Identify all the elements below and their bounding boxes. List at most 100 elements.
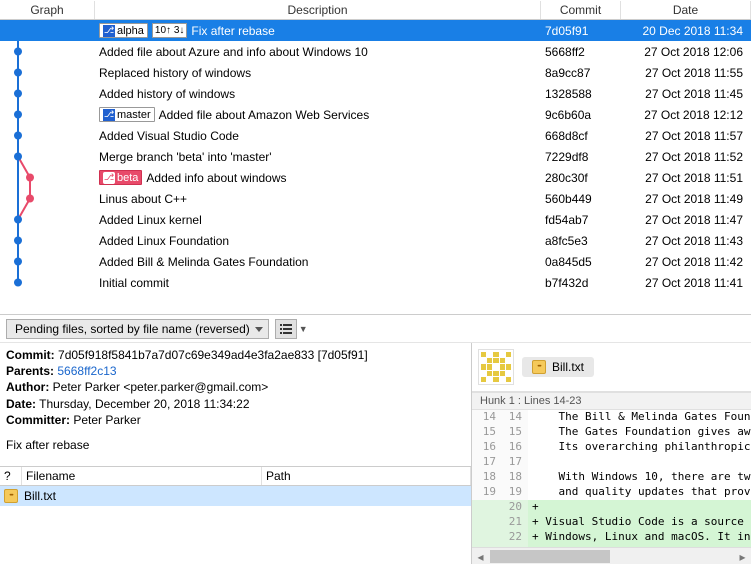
hunk-header: Hunk 1 : Lines 14-23 — [472, 392, 751, 410]
commit-hash-short: 560b449 — [541, 191, 621, 207]
col-header-status[interactable]: ? — [0, 467, 22, 485]
parent-link[interactable]: 5668ff2c13 — [57, 364, 116, 378]
scroll-thumb[interactable] — [490, 550, 610, 563]
commit-row[interactable]: Merge branch 'beta' into 'master'7229df8… — [0, 146, 751, 167]
branch-tag-beta[interactable]: ⎇beta — [99, 170, 142, 185]
branch-tag-alpha[interactable]: ⎇alpha — [99, 23, 148, 38]
diff-line: 22+ Windows, Linux and macOS. It inclu — [472, 530, 751, 545]
sort-dropdown[interactable]: Pending files, sorted by file name (reve… — [6, 319, 269, 339]
commit-message: Fix after rebase — [0, 432, 471, 458]
col-header-date[interactable]: Date — [621, 1, 751, 19]
commit-hash-short: fd54ab7 — [541, 212, 621, 228]
commit-row[interactable]: Initial commit b7f432d27 Oct 2018 11:41 — [0, 272, 751, 293]
branch-icon: ⎇ — [103, 25, 115, 37]
diff-line: 1515 The Gates Foundation gives away ap — [472, 425, 751, 440]
col-header-graph[interactable]: Graph — [0, 1, 95, 19]
branch-tag-master[interactable]: ⎇master — [99, 107, 155, 122]
commit-date: 27 Oct 2018 11:43 — [621, 233, 751, 249]
commit-date: 27 Oct 2018 11:51 — [621, 170, 751, 186]
scroll-left-icon[interactable]: ◂ — [472, 548, 489, 564]
commit-rows: ⎇alpha 10↑ 3↓ Fix after rebase 7d05f9120 De… — [0, 20, 751, 293]
commit-description: Added info about windows — [146, 171, 286, 185]
horizontal-scrollbar[interactable]: ◂ ▸ — [472, 547, 751, 564]
commit-description: Added file about Amazon Web Services — [159, 108, 370, 122]
commit-description: Added Visual Studio Code — [99, 129, 239, 143]
list-view-icon[interactable] — [275, 319, 297, 339]
diff-line: 1919 and quality updates that provide s — [472, 485, 751, 500]
commit-row[interactable]: ⎇master Added file about Amazon Web Servi… — [0, 104, 751, 125]
commit-description: Added Bill & Melinda Gates Foundation — [99, 255, 308, 269]
commit-date: 20 Dec 2018 11:34 — [621, 23, 751, 39]
diff-line: 1818 With Windows 10, there are two rel — [472, 470, 751, 485]
commit-hash-short: 8a9cc87 — [541, 65, 621, 81]
commit-date: 27 Oct 2018 11:57 — [621, 128, 751, 144]
diff-line: 1414 The Bill & Melinda Gates Foundation — [472, 410, 751, 425]
commit-date: 27 Oct 2018 11:49 — [621, 191, 751, 207]
commit-log-pane: Graph Description Commit Date ⎇alpha 10↑ … — [0, 0, 751, 315]
file-list-header: ? Filename Path — [0, 466, 471, 486]
commit-date: 27 Oct 2018 11:52 — [621, 149, 751, 165]
commit-description: Linus about C++ — [99, 192, 187, 206]
commit-row[interactable]: Added file about Azure and info about Wi… — [0, 41, 751, 62]
commit-row[interactable]: Linus about C++ 560b44927 Oct 2018 11:49 — [0, 188, 751, 209]
commit-description: Initial commit — [99, 276, 169, 290]
commit-row[interactable]: Added Visual Studio Code 668d8cf27 Oct 20… — [0, 125, 751, 146]
commit-detail-pane: Commit: 7d05f918f5841b7a7d07c69e349ad4e3… — [0, 343, 472, 564]
commit-date: 27 Oct 2018 11:47 — [621, 212, 751, 228]
col-header-description[interactable]: Description — [95, 1, 541, 19]
commit-date: 27 Oct 2018 11:45 — [621, 86, 751, 102]
file-row[interactable]: Bill.txt — [0, 486, 471, 506]
commit-row[interactable]: ⎇beta Added info about windows 280c30f27 O… — [0, 167, 751, 188]
diff-file-chip[interactable]: Bill.txt — [522, 357, 594, 377]
commit-description: Added Linux Foundation — [99, 234, 229, 248]
commit-date: 27 Oct 2018 12:06 — [621, 44, 751, 60]
ahead-behind-badge: 10↑ 3↓ — [152, 23, 187, 38]
file-modified-icon — [4, 489, 18, 503]
commit-row[interactable]: Added Linux Foundation a8fc5e327 Oct 2018… — [0, 230, 751, 251]
diff-line: 1616 Its overarching philanthropic goals — [472, 440, 751, 455]
commit-hash-short: 7d05f91 — [541, 23, 621, 39]
scroll-right-icon[interactable]: ▸ — [734, 548, 751, 564]
branch-icon: ⎇ — [103, 172, 115, 184]
commit-log-header: Graph Description Commit Date — [0, 0, 751, 20]
commit-description: Fix after rebase — [191, 24, 274, 38]
commit-description: Added history of windows — [99, 87, 235, 101]
commit-date: 27 Oct 2018 11:41 — [621, 275, 751, 291]
file-name: Bill.txt — [24, 489, 56, 503]
commit-row[interactable]: Added history of windows 132858827 Oct 20… — [0, 83, 751, 104]
commit-row[interactable]: ⎇alpha 10↑ 3↓ Fix after rebase 7d05f9120 De… — [0, 20, 751, 41]
committer-value: Peter Parker — [73, 413, 140, 427]
commit-hash-short: a8fc5e3 — [541, 233, 621, 249]
commit-hash-short: 0a845d5 — [541, 254, 621, 270]
col-header-path[interactable]: Path — [262, 467, 471, 485]
col-header-commit[interactable]: Commit — [541, 1, 621, 19]
commit-description: Merge branch 'beta' into 'master' — [99, 150, 272, 164]
diff-pane: Bill.txt Hunk 1 : Lines 14-23 1414 The B… — [472, 343, 751, 564]
commit-date: 27 Oct 2018 11:55 — [621, 65, 751, 81]
avatar — [478, 349, 514, 385]
commit-description: Replaced history of windows — [99, 66, 251, 80]
diff-body[interactable]: 1414 The Bill & Melinda Gates Foundation… — [472, 410, 751, 547]
commit-hash-short: 5668ff2 — [541, 44, 621, 60]
commit-row[interactable]: Replaced history of windows 8a9cc8727 Oct… — [0, 62, 751, 83]
commit-date: 27 Oct 2018 11:42 — [621, 254, 751, 270]
diff-line: 1717 — [472, 455, 751, 470]
commit-row[interactable]: Added Bill & Melinda Gates Foundation 0a8… — [0, 251, 751, 272]
branch-icon: ⎇ — [103, 109, 115, 121]
author-value: Peter Parker <peter.parker@gmail.com> — [53, 380, 269, 394]
commit-hash-short: b7f432d — [541, 275, 621, 291]
commit-hash-short: 280c30f — [541, 170, 621, 186]
commit-row[interactable]: Added Linux kernel fd54ab727 Oct 2018 11:… — [0, 209, 751, 230]
bottom-toolbar: Pending files, sorted by file name (reve… — [0, 315, 751, 343]
commit-hash-short: 9c6b60a — [541, 107, 621, 123]
col-header-filename[interactable]: Filename — [22, 467, 262, 485]
commit-description: Added Linux kernel — [99, 213, 202, 227]
commit-hash-short: 668d8cf — [541, 128, 621, 144]
commit-date: 27 Oct 2018 12:12 — [621, 107, 751, 123]
diff-line: 21+ Visual Studio Code is a source cod — [472, 515, 751, 530]
file-modified-icon — [532, 360, 546, 374]
diff-line: 20+ — [472, 500, 751, 515]
date-value: Thursday, December 20, 2018 11:34:22 — [39, 397, 249, 411]
commit-info: Commit: 7d05f918f5841b7a7d07c69e349ad4e3… — [0, 343, 471, 432]
commit-hash-short: 1328588 — [541, 86, 621, 102]
